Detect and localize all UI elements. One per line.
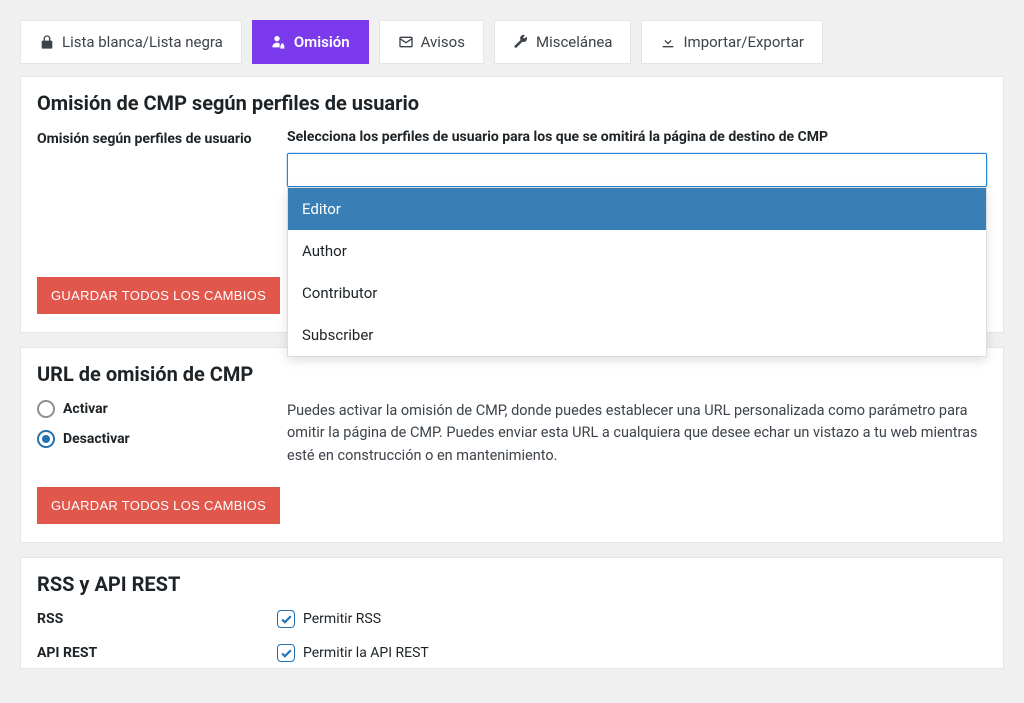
api-label: API REST	[37, 645, 277, 661]
tab-whitelist-blacklist[interactable]: Lista blanca/Lista negra	[20, 20, 242, 64]
user-lock-icon	[271, 34, 287, 50]
download-icon	[660, 34, 676, 50]
panel-title: RSS y API REST	[37, 572, 987, 596]
tab-omision[interactable]: Omisión	[252, 20, 369, 64]
panel-title: URL de omisión de CMP	[37, 362, 987, 386]
save-button[interactable]: GUARDAR TODOS LOS CAMBIOS	[37, 277, 280, 314]
tab-avisos[interactable]: Avisos	[379, 20, 484, 64]
tab-label: Importar/Exportar	[683, 33, 804, 51]
radio-icon	[37, 430, 55, 448]
lock-icon	[39, 34, 55, 50]
tab-label: Omisión	[294, 33, 350, 51]
save-button[interactable]: GUARDAR TODOS LOS CAMBIOS	[37, 487, 280, 524]
dropdown-option-author[interactable]: Author	[288, 230, 986, 272]
roles-description: Selecciona los perfiles de usuario para …	[287, 129, 987, 145]
radio-activate[interactable]: Activar	[37, 400, 277, 418]
radio-label: Desactivar	[63, 431, 130, 447]
tab-import-export[interactable]: Importar/Exportar	[641, 20, 823, 64]
panel-title: Omisión de CMP según perfiles de usuario	[37, 91, 987, 115]
checkbox-rss[interactable]: Permitir RSS	[277, 610, 381, 628]
dropdown-option-subscriber[interactable]: Subscriber	[288, 314, 986, 356]
tab-label: Avisos	[421, 33, 465, 51]
roles-dropdown: Editor Author Contributor Subscriber	[287, 187, 987, 357]
panel-rss-api: RSS y API REST RSS Permitir RSS API REST…	[20, 557, 1004, 669]
tab-label: Lista blanca/Lista negra	[62, 33, 223, 51]
tab-miscelanea[interactable]: Miscelánea	[494, 20, 632, 64]
row-label-roles: Omisión según perfiles de usuario	[37, 129, 277, 147]
checkbox-label: Permitir la API REST	[303, 645, 429, 661]
dropdown-option-editor[interactable]: Editor	[288, 188, 986, 230]
check-icon	[277, 610, 295, 628]
radio-deactivate[interactable]: Desactivar	[37, 430, 277, 448]
dropdown-option-contributor[interactable]: Contributor	[288, 272, 986, 314]
radio-icon	[37, 400, 55, 418]
checkbox-label: Permitir RSS	[303, 611, 381, 627]
wrench-icon	[513, 34, 529, 50]
help-text: Puedes activar la omisión de CMP, donde …	[287, 400, 987, 467]
rss-label: RSS	[37, 611, 277, 627]
tab-label: Miscelánea	[536, 33, 613, 51]
mail-icon	[398, 34, 414, 50]
panel-user-roles: Omisión de CMP según perfiles de usuario…	[20, 76, 1004, 333]
tabs-bar: Lista blanca/Lista negra Omisión Avisos …	[20, 20, 1004, 64]
roles-multiselect-input[interactable]	[287, 153, 987, 187]
panel-bypass-url: URL de omisión de CMP Activar Desactivar…	[20, 347, 1004, 543]
radio-label: Activar	[63, 401, 108, 417]
